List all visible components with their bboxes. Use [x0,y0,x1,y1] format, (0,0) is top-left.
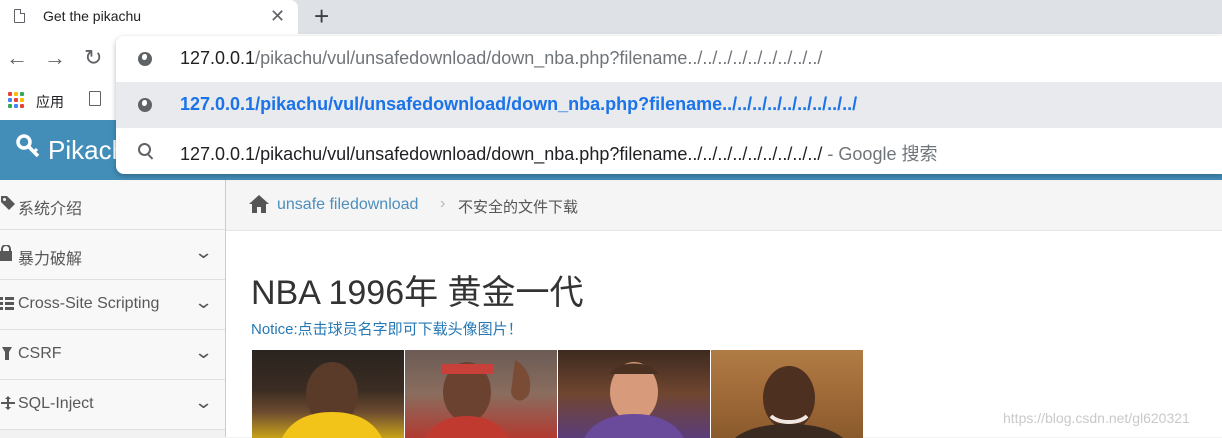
tab-strip: Get the pikachu ✕ + [0,0,1222,34]
key-icon [16,133,42,166]
search-query: 127.0.0.1/pikachu/vul/unsafedownload/dow… [180,144,823,164]
tab-close-icon[interactable]: ✕ [270,5,285,27]
player-photo[interactable] [405,350,557,438]
chevron-down-icon[interactable]: ⌄ [194,392,214,413]
wrench-icon [0,345,14,365]
sidebar-item-bruteforce[interactable]: 暴力破解 ⌄ [0,230,225,280]
document-icon [14,8,26,23]
page-title: NBA 1996年 黄金一代 [251,274,584,312]
lock-icon [0,244,12,265]
apps-bookmark-label[interactable]: 应用 [36,92,64,112]
home-icon[interactable] [248,194,270,219]
url-path: /pikachu/vul/unsafedownload/down_nba.php… [255,48,823,68]
chevron-down-icon[interactable]: ⌄ [194,292,214,313]
globe-icon [138,52,152,66]
sidebar-item-label: 系统介绍 [18,201,83,218]
omnibox-input-row[interactable]: 127.0.0.1/pikachu/vul/unsafedownload/dow… [116,36,1222,82]
new-tab-button[interactable]: + [314,2,329,30]
player-photo[interactable] [558,350,710,438]
sidebar-item-sqli[interactable]: SQL-Inject ⌄ [0,380,225,430]
globe-icon [138,98,152,112]
list-icon [0,295,14,315]
search-suffix: - Google 搜索 [822,144,938,164]
omnibox-suggestion-url[interactable]: 127.0.0.1/pikachu/vul/unsafedownload/dow… [116,82,1222,128]
player-photo[interactable] [252,350,404,438]
suggestion-url-text: 127.0.0.1/pikachu/vul/unsafedownload/dow… [180,94,858,114]
omnibox-dropdown: 127.0.0.1/pikachu/vul/unsafedownload/dow… [116,36,1222,174]
sidebar-item-intro[interactable]: 系统介绍 [0,180,225,230]
notice-text: Notice:点击球员名字即可下载头像图片！ [251,321,523,338]
bookmark-document-icon[interactable] [89,91,101,106]
breadcrumb-current: 不安全的文件下载 [458,199,579,216]
breadcrumb-separator-icon: › [440,195,446,212]
chevron-down-icon[interactable]: ⌄ [194,342,214,363]
sidebar-item-xss[interactable]: Cross-Site Scripting ⌄ [0,280,225,330]
sidebar: 系统介绍 暴力破解 ⌄ Cross-Site Scripting ⌄ CSRF … [0,180,226,437]
player-photo[interactable] [711,350,863,438]
search-icon [138,143,151,156]
url-host: 127.0.0.1 [180,48,256,68]
suggestion-search-text: 127.0.0.1/pikachu/vul/unsafedownload/dow… [180,140,937,166]
back-arrow-icon[interactable]: ← [6,47,28,69]
sidebar-item-label: SQL-Inject [18,395,94,412]
sidebar-item-label: Cross-Site Scripting [18,295,160,312]
watermark: https://blog.csdn.net/gl620321 [1003,410,1190,426]
sidebar-item-label: 暴力破解 [18,251,83,268]
sidebar-item-label: CSRF [18,345,62,362]
browser-tab[interactable]: Get the pikachu ✕ [0,0,298,34]
breadcrumb: unsafe filedownload › 不安全的文件下载 [226,180,1222,231]
apps-grid-icon[interactable] [8,92,24,108]
sidebar-item-csrf[interactable]: CSRF ⌄ [0,330,225,380]
chevron-down-icon[interactable]: ⌄ [194,242,214,263]
tag-icon [0,195,16,215]
reload-icon[interactable]: ↻ [84,47,102,69]
forward-arrow-icon[interactable]: → [44,47,66,69]
tab-title: Get the pikachu [43,8,142,24]
exchange-icon [0,395,16,415]
main-content: unsafe filedownload › 不安全的文件下载 NBA 1996年… [226,180,1222,438]
omnibox-suggestion-search[interactable]: 127.0.0.1/pikachu/vul/unsafedownload/dow… [116,128,1222,174]
breadcrumb-link[interactable]: unsafe filedownload [277,196,418,214]
address-input[interactable]: 127.0.0.1/pikachu/vul/unsafedownload/dow… [180,48,822,69]
